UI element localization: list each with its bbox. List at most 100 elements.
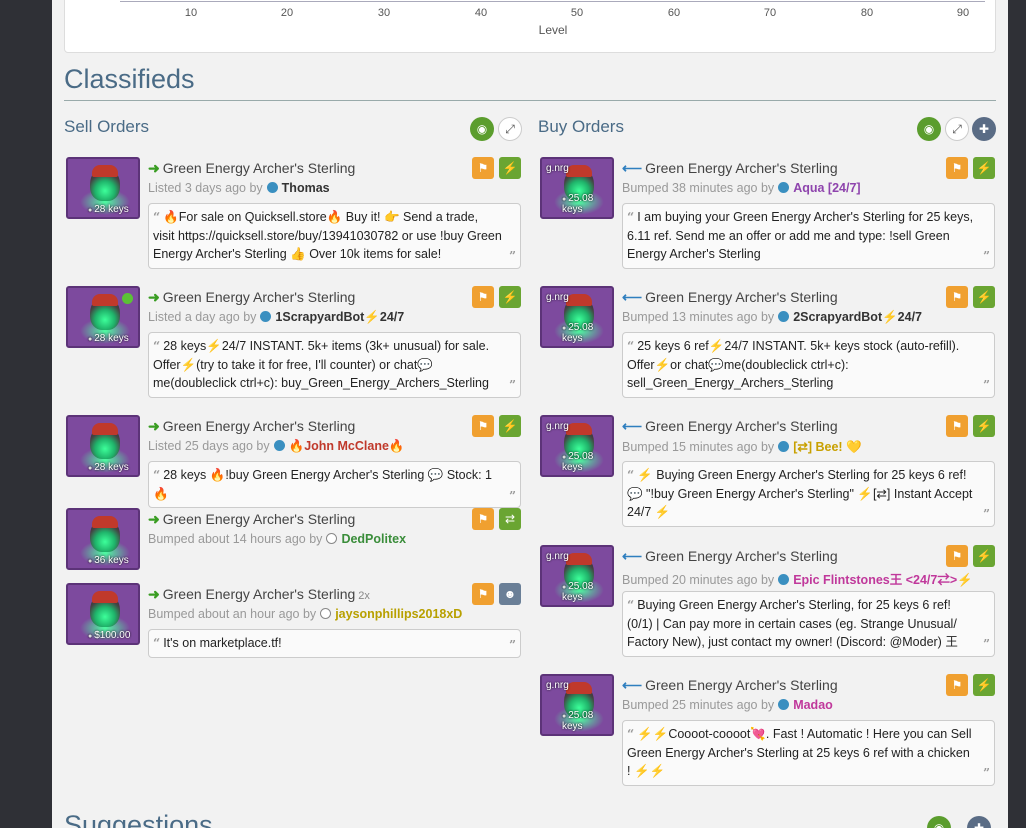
item-price: 36 keys (88, 555, 128, 566)
quote-close-icon: ” (509, 378, 516, 392)
listing-title[interactable]: ➜ Green Energy Archer's Sterling (148, 289, 355, 306)
listing-title[interactable]: ⟵ Green Energy Archer's Sterling (622, 548, 838, 565)
item-thumbnail[interactable]: g.nrg 25.08 keys (540, 545, 614, 607)
trade-button[interactable]: ⚡ (973, 415, 995, 437)
listing-title-text: Green Energy Archer's Sterling (162, 511, 356, 527)
user-link[interactable]: 🔥John McClane🔥 (289, 439, 405, 453)
item-cap (92, 423, 118, 435)
trade-button[interactable]: ⚡ (973, 157, 995, 179)
flag-button[interactable]: ⚑ (946, 415, 968, 437)
flag-button[interactable]: ⚑ (946, 157, 968, 179)
flag-icon: ⚑ (951, 678, 963, 692)
listing-meta: Listed a day ago by 1ScrapyardBot⚡24/7 (148, 310, 404, 325)
flag-button[interactable]: ⚑ (946, 674, 968, 696)
user-link[interactable]: Aqua [24/7] (793, 181, 860, 195)
item-thumbnail[interactable]: 36 keys (66, 508, 140, 570)
arrow-right-icon: ➜ (148, 160, 160, 176)
arrow-left-icon: ⟵ (622, 289, 643, 305)
listing-meta-text: Bumped about an hour ago by (148, 607, 317, 621)
user-link[interactable]: Madao (793, 698, 833, 712)
flag-icon: ⚑ (477, 290, 489, 304)
expand-button[interactable]: ⤢ (945, 117, 969, 141)
flag-button[interactable]: ⚑ (472, 583, 494, 605)
user-link[interactable]: Thomas (282, 181, 330, 195)
listing-meta-text: Bumped 13 minutes ago by (622, 310, 775, 324)
trade-button[interactable]: ⚡ (973, 286, 995, 308)
listing-title[interactable]: ⟵ Green Energy Archer's Sterling (622, 677, 838, 694)
flag-button[interactable]: ⚑ (472, 286, 494, 308)
flag-button[interactable]: ⚑ (472, 415, 494, 437)
listing-title-text: Green Energy Archer's Sterling (162, 289, 356, 305)
suggestions-add-button[interactable]: ✚ (967, 816, 991, 828)
trade-button[interactable]: ⚡ (499, 415, 521, 437)
expand-icon: ⤢ (952, 121, 962, 136)
listing-title[interactable]: ➜ Green Energy Archer's Sterling (148, 511, 355, 528)
trade-offer-button[interactable]: ⇄ (499, 508, 521, 530)
suggestions-toggle-button[interactable]: ◉ (927, 816, 951, 828)
flag-button[interactable]: ⚑ (946, 286, 968, 308)
listing-title-text: Green Energy Archer's Sterling (162, 418, 356, 434)
user-link[interactable]: DedPolitex (341, 532, 406, 546)
listing-meta: Bumped 25 minutes ago by Madao (622, 698, 833, 712)
add-buy-order-button[interactable]: ✚ (972, 117, 996, 141)
user-link[interactable]: Epic Flintstones王 <24/7⇄>⚡ (793, 573, 973, 587)
trade-button[interactable]: ⚡ (499, 157, 521, 179)
bolt-icon: ⚡ (976, 161, 992, 175)
chart-x-tick: 80 (860, 7, 874, 19)
eye-off-icon: ◉ (933, 821, 945, 828)
listing-title[interactable]: ⟵ Green Energy Archer's Sterling (622, 160, 838, 177)
flag-button[interactable]: ⚑ (472, 157, 494, 179)
listing-title[interactable]: ⟵ Green Energy Archer's Sterling (622, 289, 838, 306)
listing-meta-text: Bumped 25 minutes ago by (622, 698, 775, 712)
sell-orders-heading: Sell Orders (64, 117, 150, 136)
listing-meta: Bumped 20 minutes ago by Epic Flintstones… (622, 569, 973, 588)
flag-button[interactable]: ⚑ (946, 545, 968, 567)
trade-button[interactable]: ⚡ (973, 545, 995, 567)
item-thumbnail[interactable]: g.nrg 25.08 keys (540, 286, 614, 348)
item-thumbnail[interactable]: 28 keys (66, 157, 140, 219)
item-thumbnail[interactable]: 28 keys (66, 286, 140, 348)
listing-title-text: Green Energy Archer's Sterling (162, 586, 356, 602)
item-price: 28 keys (88, 333, 128, 344)
listing-meta-text: Listed a day ago by (148, 310, 257, 324)
user-link[interactable]: 1ScrapyardBot⚡24/7 (275, 310, 404, 324)
quote-open-icon: “ (153, 209, 161, 224)
item-thumbnail[interactable]: g.nrg 25.08 keys (540, 674, 614, 736)
item-thumbnail[interactable]: g.nrg 25.08 keys (540, 415, 614, 477)
quote-close-icon: ” (983, 378, 990, 392)
trade-button[interactable]: ⚡ (973, 674, 995, 696)
user-link[interactable]: [⇄] Bee! 💛 (793, 440, 861, 454)
listing-title-text: Green Energy Archer's Sterling (645, 677, 838, 693)
trade-button[interactable]: ⚡ (499, 286, 521, 308)
chart-x-tick: 60 (667, 7, 681, 19)
expand-button[interactable]: ⤢ (498, 117, 522, 141)
item-cap (92, 294, 118, 306)
hide-toggle-button[interactable]: ◉ (917, 117, 941, 141)
flag-icon: ⚑ (951, 290, 963, 304)
quote-close-icon: ” (983, 507, 990, 521)
item-thumbnail[interactable]: 28 keys (66, 415, 140, 477)
listing-description: “Buying Green Energy Archer's Sterling, … (622, 591, 995, 657)
user-status-icon (260, 311, 272, 322)
listing-title-text: Green Energy Archer's Sterling (645, 548, 838, 564)
user-link[interactable]: 2ScrapyardBot⚡24/7 (793, 310, 922, 324)
listing-meta: Listed 3 days ago by Thomas (148, 181, 330, 195)
section-divider (64, 100, 996, 101)
listing-meta: Listed 25 days ago by 🔥John McClane🔥 (148, 439, 405, 454)
user-link[interactable]: jaysonphillips2018xD (335, 607, 462, 621)
add-friend-button[interactable]: ☻ (499, 583, 521, 605)
listing-title-text: Green Energy Archer's Sterling (162, 160, 356, 176)
item-tag: g.nrg (546, 551, 569, 562)
listing-meta-text: Bumped 38 minutes ago by (622, 181, 775, 195)
item-thumbnail[interactable]: $100.00 (66, 583, 140, 645)
listing-title[interactable]: ⟵ Green Energy Archer's Sterling (622, 418, 838, 435)
flag-icon: ⚑ (477, 512, 489, 526)
listing-title-text: Green Energy Archer's Sterling (645, 418, 838, 434)
hide-toggle-button[interactable]: ◉ (470, 117, 494, 141)
item-thumbnail[interactable]: g.nrg 25.08 keys (540, 157, 614, 219)
flag-button[interactable]: ⚑ (472, 508, 494, 530)
listing-title[interactable]: ➜ Green Energy Archer's Sterling (148, 160, 355, 177)
bolt-icon: ⚡ (976, 549, 992, 563)
listing-title[interactable]: ➜ Green Energy Archer's Sterling (148, 418, 355, 435)
listing-title[interactable]: ➜ Green Energy Archer's Sterling 2x (148, 586, 370, 603)
